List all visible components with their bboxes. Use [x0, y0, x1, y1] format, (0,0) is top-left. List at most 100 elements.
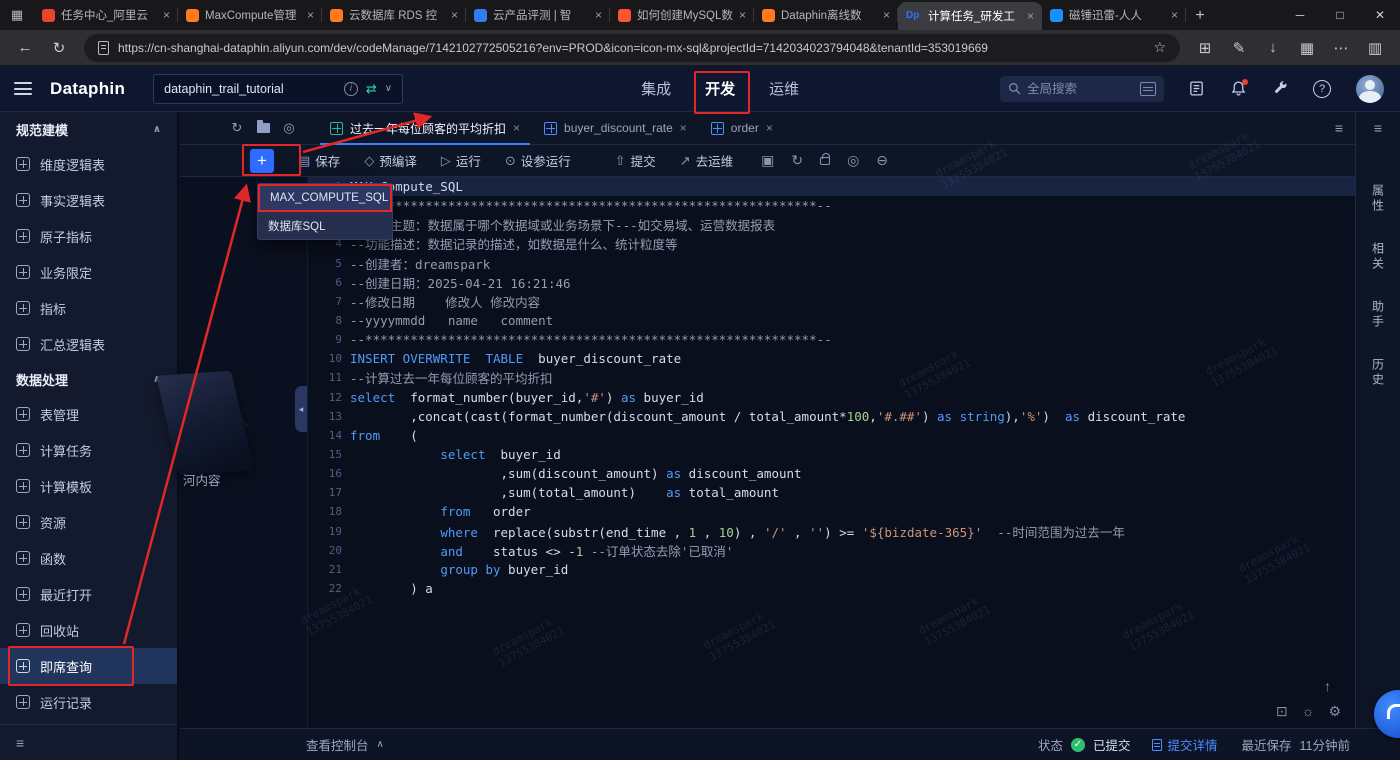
- locate-file-icon[interactable]: ◎: [276, 120, 302, 136]
- browser-tab[interactable]: Dp 计算任务_研发工 ×: [898, 2, 1042, 30]
- editor-tab[interactable]: 过去一年每位顾客的平均折扣 ×: [318, 112, 532, 145]
- sidebar-item-business-filter[interactable]: 业务限定: [0, 254, 177, 290]
- site-info-icon[interactable]: [98, 40, 109, 55]
- notifications-bell-icon[interactable]: [1228, 78, 1248, 99]
- help-icon[interactable]: ?: [1312, 79, 1332, 99]
- refresh-icon[interactable]: ↻: [42, 39, 76, 57]
- back-icon[interactable]: ←: [8, 39, 42, 56]
- sidebar-item-function[interactable]: 函数: [0, 540, 177, 576]
- locate-icon[interactable]: ◎: [847, 152, 859, 169]
- sidebar-item-atomic-metric[interactable]: 原子指标: [0, 218, 177, 254]
- tab-close-icon[interactable]: ×: [163, 8, 170, 22]
- tab-close-icon[interactable]: ×: [307, 8, 314, 22]
- precompile-button[interactable]: ◇ 预编译: [364, 151, 417, 170]
- url-bar[interactable]: https://cn-shanghai-dataphin.aliyun.com/…: [84, 33, 1180, 62]
- theme-icon[interactable]: ☼: [1302, 703, 1315, 720]
- editor-tab[interactable]: order ×: [699, 112, 785, 145]
- sidebar-item-recently-opened[interactable]: 最近打开: [0, 576, 177, 612]
- editor-tab-close-icon[interactable]: ×: [513, 121, 520, 135]
- sidebar-item-table-management[interactable]: 表管理: [0, 396, 177, 432]
- sql-code-editor[interactable]: 1MAX_Compute_SQL2--*********************…: [308, 177, 1355, 728]
- sidebar-item-aggregate-logic-table[interactable]: 汇总逻辑表: [0, 326, 177, 362]
- nav-develop[interactable]: 开发: [705, 78, 735, 99]
- rail-list-icon[interactable]: ≡: [1374, 120, 1382, 136]
- collapse-icon[interactable]: ⊖: [876, 152, 888, 169]
- minimize-button[interactable]: ─: [1280, 0, 1320, 30]
- env-switch-icon[interactable]: ⇄: [366, 81, 377, 97]
- rail-tab-2[interactable]: 助手: [1370, 300, 1387, 330]
- browser-tab[interactable]: 任务中心_阿里云 ×: [34, 0, 178, 30]
- sidebar-item-resource[interactable]: 资源: [0, 504, 177, 540]
- editor-tab-close-icon[interactable]: ×: [766, 121, 773, 135]
- sidebar-item-recycle-bin[interactable]: 回收站: [0, 612, 177, 648]
- tab-close-icon[interactable]: ×: [1171, 8, 1178, 22]
- sidebar-menu-icon[interactable]: ≡: [16, 735, 24, 751]
- sidebar-item-run-history[interactable]: 运行记录: [0, 684, 177, 720]
- browser-tab[interactable]: Dataphin离线数 ×: [754, 0, 898, 30]
- sidebar-item-metric[interactable]: 指标: [0, 290, 177, 326]
- downloads-icon[interactable]: ↓: [1256, 39, 1290, 57]
- package-icon[interactable]: ▣: [761, 152, 774, 169]
- more-menu-icon[interactable]: ⋯: [1324, 39, 1358, 57]
- lock-icon[interactable]: [820, 152, 831, 165]
- sidebar-item-adhoc-query[interactable]: 即席查询: [0, 648, 177, 684]
- browser-tab[interactable]: 如何创建MySQL数 ×: [610, 0, 754, 30]
- browser-tab[interactable]: MaxCompute管理 ×: [178, 0, 322, 30]
- tab-actions-icon[interactable]: ▦: [0, 0, 34, 30]
- annotate-icon[interactable]: ✎: [1222, 39, 1256, 57]
- tab-close-icon[interactable]: ×: [451, 8, 458, 22]
- search-input[interactable]: [1027, 81, 1127, 96]
- settings-wrench-icon[interactable]: [1270, 79, 1290, 99]
- editor-tab[interactable]: buyer_discount_rate ×: [532, 112, 699, 145]
- run-button[interactable]: ▷ 运行: [441, 151, 481, 170]
- save-button[interactable]: ▤ 保存: [298, 151, 340, 170]
- dropdown-item[interactable]: 数据库SQL: [258, 212, 392, 239]
- go-to-ops-button[interactable]: ↗ 去运维: [680, 151, 733, 170]
- submit-detail-link[interactable]: 提交详情: [1152, 735, 1218, 754]
- tab-close-icon[interactable]: ×: [595, 8, 602, 22]
- maximize-button[interactable]: □: [1320, 0, 1360, 30]
- add-task-button[interactable]: +: [250, 148, 274, 173]
- scroll-top-icon[interactable]: ↑: [1324, 678, 1331, 694]
- project-selector[interactable]: dataphin_trail_tutorial i ⇄ ∨: [153, 73, 404, 104]
- tab-close-icon[interactable]: ×: [883, 8, 890, 22]
- collections-icon[interactable]: ⊞: [1188, 39, 1222, 57]
- browser-tab[interactable]: 云数据库 RDS 控 ×: [322, 0, 466, 30]
- close-button[interactable]: ✕: [1360, 0, 1400, 30]
- editor-settings-icon[interactable]: ⚙: [1328, 703, 1341, 720]
- panel-refresh-icon[interactable]: ↻: [224, 120, 250, 136]
- extensions-icon[interactable]: ▦: [1290, 39, 1324, 57]
- browser-tab[interactable]: 云产品评测 | 智 ×: [466, 0, 610, 30]
- sidebar-item-fact-logic-table[interactable]: 事实逻辑表: [0, 182, 177, 218]
- global-search[interactable]: [1000, 75, 1164, 102]
- refresh-code-icon[interactable]: ↻: [791, 152, 803, 169]
- sidebar-section-header[interactable]: 规范建模 ∧: [0, 112, 177, 146]
- ticket-icon[interactable]: [1186, 79, 1206, 99]
- rail-tab-1[interactable]: 相关: [1370, 242, 1387, 272]
- new-tab-button[interactable]: +: [1186, 2, 1214, 30]
- tab-close-icon[interactable]: ×: [1027, 9, 1034, 23]
- sidebar-section-header[interactable]: 数据处理∧: [0, 362, 177, 396]
- browser-tab[interactable]: 磁锤迅雷-人人 ×: [1042, 0, 1186, 30]
- user-avatar[interactable]: [1356, 74, 1384, 103]
- nav-integration[interactable]: 集成: [641, 78, 671, 99]
- editor-tab-close-icon[interactable]: ×: [680, 121, 687, 135]
- sidebar-item-dimension-logic-table[interactable]: 维度逻辑表: [0, 146, 177, 182]
- new-folder-icon[interactable]: [250, 119, 276, 136]
- panel-collapse-handle[interactable]: ◂: [295, 386, 307, 432]
- tab-close-icon[interactable]: ×: [739, 8, 746, 22]
- submit-button[interactable]: ⇧ 提交: [615, 151, 656, 170]
- rail-tab-0[interactable]: 属性: [1370, 184, 1387, 214]
- advanced-search-icon[interactable]: [1140, 81, 1156, 96]
- menu-icon[interactable]: [14, 82, 32, 95]
- run-with-params-button[interactable]: ⊙ 设参运行: [505, 151, 571, 170]
- dropdown-item[interactable]: MAX_COMPUTE_SQL: [258, 184, 392, 212]
- console-toggle[interactable]: 查看控制台 ∧: [306, 735, 384, 754]
- sidebar-item-compute-task[interactable]: 计算任务: [0, 432, 177, 468]
- nav-ops[interactable]: 运维: [769, 78, 799, 99]
- split-screen-icon[interactable]: ▥: [1358, 39, 1392, 57]
- rail-tab-3[interactable]: 历史: [1370, 358, 1387, 388]
- favorite-star-icon[interactable]: ☆: [1153, 39, 1166, 56]
- sidebar-item-compute-template[interactable]: 计算模板: [0, 468, 177, 504]
- fullscreen-icon[interactable]: ⊡: [1276, 703, 1288, 720]
